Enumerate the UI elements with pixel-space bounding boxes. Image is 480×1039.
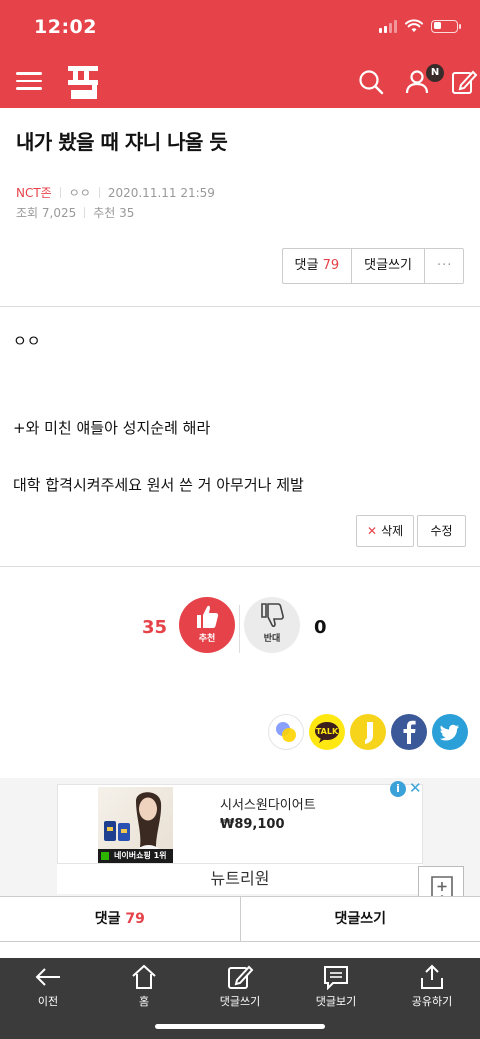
upvote-count: 35 <box>142 617 168 638</box>
ad-close-icon[interactable]: ✕ <box>409 779 422 797</box>
ad-info-icon[interactable]: i <box>390 781 406 797</box>
ad-brand: 뉴트리원 <box>210 869 270 888</box>
post-recommends: 추천 35 <box>93 206 135 220</box>
signal-icon <box>379 19 397 33</box>
comments-tab[interactable]: 댓글 79 <box>0 897 241 941</box>
home-indicator[interactable] <box>155 1024 325 1029</box>
kakao-page-icon[interactable] <box>350 714 386 750</box>
content-line: ㅇㅇ <box>13 332 41 350</box>
content-line: 대학 합격시켜주세요 원서 쓴 거 아무거나 제발 <box>13 476 304 494</box>
vote-divider <box>239 605 240 653</box>
ad-badge: 네이버쇼핑 1위 <box>114 851 167 860</box>
notification-badge[interactable]: N <box>426 64 444 82</box>
write-label: 댓글쓰기 <box>219 995 261 1008</box>
post-date: 2020.11.11 21:59 <box>107 185 215 200</box>
divider <box>0 306 480 307</box>
kakao-story-icon[interactable] <box>268 714 304 750</box>
share-icon <box>421 964 443 989</box>
menu-icon[interactable] <box>16 68 42 94</box>
comments-tab-count: 79 <box>125 911 145 927</box>
status-bar: 12:02 <box>0 0 480 56</box>
comments-button[interactable]: 댓글 79 <box>283 249 353 283</box>
content-line: +와 미친 얘들아 성지순례 해라 <box>13 419 211 437</box>
wifi-icon <box>405 19 423 32</box>
home-icon <box>132 964 156 989</box>
thumbs-up-icon <box>197 605 219 628</box>
logo-icon[interactable] <box>66 62 100 100</box>
back-button[interactable]: 이전 <box>0 958 96 1039</box>
post-category[interactable]: NCT존 <box>16 184 52 201</box>
share-tool[interactable]: 공유하기 <box>384 958 480 1039</box>
home-label: 홈 <box>138 995 150 1008</box>
app-header: N <box>0 56 480 108</box>
delete-button[interactable]: ✕ 삭제 <box>356 515 415 547</box>
comments-count: 79 <box>322 258 340 273</box>
battery-icon <box>431 19 461 33</box>
downvote-label: 반대 <box>263 634 281 644</box>
downvote-count: 0 <box>314 617 327 638</box>
post-stats: 조회 7,025 추천 35 <box>16 204 134 221</box>
back-label: 이전 <box>37 995 59 1008</box>
ad-product-name[interactable]: 시서스원다이어트 <box>220 794 316 813</box>
facebook-icon[interactable] <box>391 714 427 750</box>
write-comment-tab[interactable]: 댓글쓰기 <box>241 897 480 941</box>
post-meta: NCT존 ㅇㅇ 2020.11.11 21:59 <box>16 184 215 201</box>
edit-button[interactable]: 수정 <box>417 515 466 547</box>
edit-icon[interactable] <box>450 68 478 96</box>
ad-brand-bar[interactable]: 뉴트리원 <box>57 864 423 894</box>
divider <box>0 566 480 567</box>
search-icon[interactable] <box>357 68 385 96</box>
thumbs-down-icon <box>261 603 284 628</box>
status-time: 12:02 <box>34 16 97 38</box>
twitter-icon[interactable] <box>432 714 468 750</box>
ad-price: ₩89,100 <box>220 817 285 832</box>
comment-icon <box>324 966 348 990</box>
share-label: 공유하기 <box>411 995 453 1008</box>
comment-tabs: 댓글 79 댓글쓰기 <box>0 896 480 942</box>
write-icon <box>228 965 254 989</box>
write-comment-button[interactable]: 댓글쓰기 <box>352 249 425 283</box>
kakao-talk-icon[interactable]: TALK <box>309 714 345 750</box>
post-title: 내가 봤을 때 쟈니 나올 듯 <box>16 130 228 154</box>
post-views: 조회 7,025 <box>16 206 77 220</box>
talk-label: TALK <box>316 727 339 736</box>
back-arrow-icon <box>35 968 60 986</box>
top-action-group: 댓글 79 댓글쓰기 ··· <box>281 248 464 284</box>
more-button[interactable]: ··· <box>425 249 463 283</box>
post-author[interactable]: ㅇㅇ <box>69 184 91 201</box>
upvote-button[interactable]: 추천 <box>179 597 235 653</box>
view-label: 댓글보기 <box>315 995 357 1008</box>
delete-icon: ✕ <box>367 524 378 538</box>
upvote-label: 추천 <box>198 634 216 644</box>
downvote-button[interactable]: 반대 <box>244 597 300 653</box>
